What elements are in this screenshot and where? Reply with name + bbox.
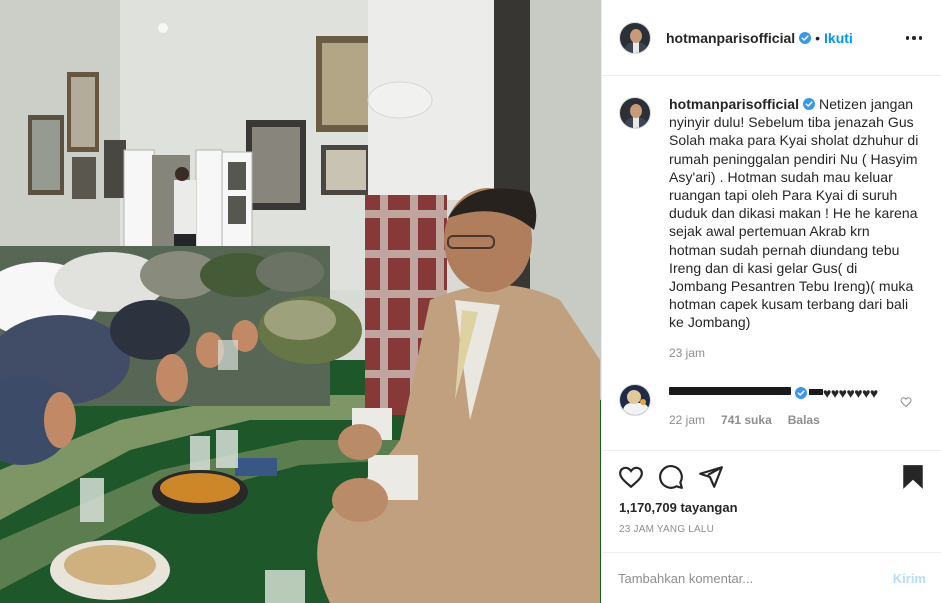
add-comment-bar: Kirim [602,552,941,603]
verified-badge-icon [795,386,807,399]
action-bar [618,464,928,492]
comment-hearts: ♥♥♥♥♥♥♥ [823,384,878,401]
caption: hotmanparisofficial Netizen jangan nyiny… [619,95,926,360]
reply-button[interactable]: Balas [788,413,820,427]
caption-text: hotmanparisofficial Netizen jangan nyiny… [669,95,919,332]
comment-input[interactable] [618,571,893,586]
comment-text: ♥♥♥♥♥♥♥ [669,384,909,402]
caption-username[interactable]: hotmanparisofficial [669,96,799,112]
comments-section[interactable]: hotmanparisofficial Netizen jangan nyiny… [602,77,941,450]
post-photo-image [0,0,601,603]
comment-meta: 22 jam 741 suka Balas [669,413,909,427]
view-count[interactable]: 1,170,709 tayangan [619,500,738,515]
post-photo [0,0,601,603]
follow-button[interactable]: Ikuti [824,30,853,46]
caption-body-text: Netizen jangan nyinyir dulu! Sebelum tib… [669,96,919,331]
bookmark-icon[interactable] [900,464,926,490]
redacted-text [809,388,823,395]
redacted-username [669,386,791,395]
comment-timestamp[interactable]: 22 jam [669,413,705,427]
avatar[interactable] [619,21,651,54]
post-timestamp[interactable]: 23 JAM YANG LALU [619,524,714,535]
verified-badge-icon [799,31,812,44]
commenter-avatar[interactable] [619,383,651,416]
separator-dot: • [815,29,821,46]
post-comment-button[interactable]: Kirim [893,571,926,586]
more-options-icon[interactable] [904,28,924,48]
comment-likes[interactable]: 741 suka [721,413,772,427]
username-link[interactable]: hotmanparisofficial [666,30,795,46]
post-header: hotmanparisofficial • Ikuti [602,0,941,76]
caption-timestamp[interactable]: 23 jam [669,346,919,360]
share-icon[interactable] [698,464,724,490]
caption-avatar[interactable] [619,97,651,129]
verified-badge-icon [803,98,816,110]
comment-item: ♥♥♥♥♥♥♥ 22 jam 741 suka Balas [619,383,926,427]
comment-like-heart-icon[interactable] [900,396,912,408]
action-section: 1,170,709 tayangan 23 JAM YANG LALU Kiri… [602,450,941,603]
heart-icon[interactable] [618,464,644,490]
post-details-panel: hotmanparisofficial • Ikuti hotmanpariso… [601,0,941,603]
comment-icon[interactable] [658,464,684,490]
